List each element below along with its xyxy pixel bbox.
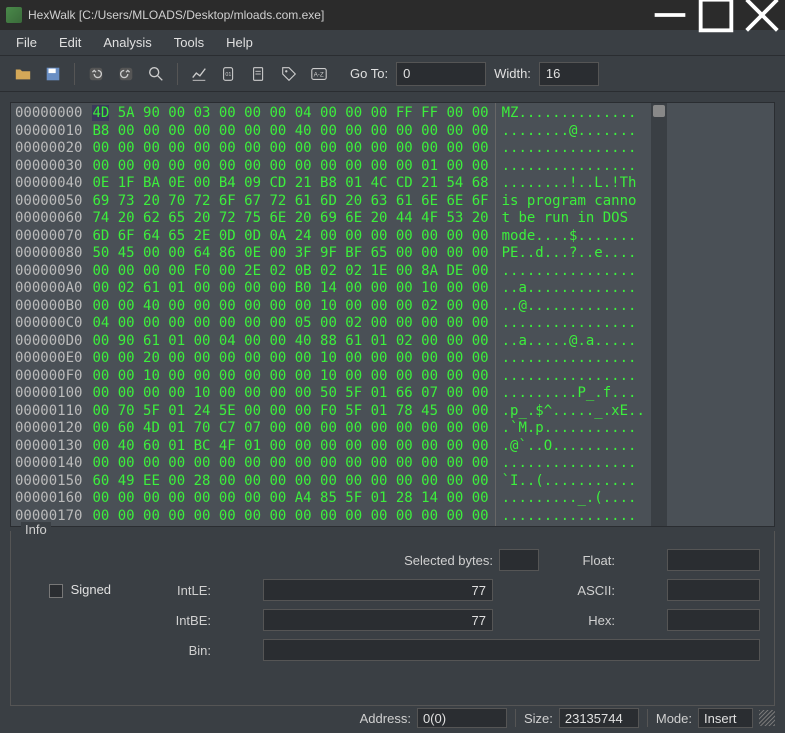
resize-grip[interactable] [759, 710, 775, 726]
window-title: HexWalk [C:/Users/MLOADS/Desktop/mloads.… [28, 8, 647, 22]
mode-value[interactable] [698, 708, 753, 728]
document-icon[interactable] [246, 61, 272, 87]
signed-checkbox[interactable] [49, 584, 63, 598]
menu-edit[interactable]: Edit [49, 32, 91, 53]
address-label: Address: [360, 711, 411, 726]
info-group-label: Info [21, 522, 51, 537]
selectedbytes-value[interactable] [499, 549, 539, 571]
bin-value[interactable] [263, 639, 760, 661]
intle-value[interactable] [263, 579, 493, 601]
size-value[interactable] [559, 708, 639, 728]
scrollbar-thumb[interactable] [653, 105, 665, 117]
hex-viewer: 0000000000000010000000200000003000000040… [0, 92, 785, 531]
mode-label: Mode: [656, 711, 692, 726]
scrollbar[interactable] [651, 103, 667, 526]
size-label: Size: [524, 711, 553, 726]
titlebar: HexWalk [C:/Users/MLOADS/Desktop/mloads.… [0, 0, 785, 30]
signed-checkbox-wrap[interactable]: Signed [25, 582, 135, 598]
undo-icon[interactable] [83, 61, 109, 87]
hex-panel[interactable]: 0000000000000010000000200000003000000040… [10, 102, 775, 527]
search-icon[interactable] [143, 61, 169, 87]
redo-icon[interactable] [113, 61, 139, 87]
width-label: Width: [494, 66, 531, 81]
menu-file[interactable]: File [6, 32, 47, 53]
ascii-label: ASCII: [545, 583, 615, 598]
address-value[interactable] [417, 708, 507, 728]
goto-label: Go To: [350, 66, 388, 81]
chart-icon[interactable] [186, 61, 212, 87]
intbe-value[interactable] [263, 609, 493, 631]
intbe-label: IntBE: [141, 613, 211, 628]
svg-text:01: 01 [225, 71, 231, 77]
bin-label: Bin: [141, 643, 211, 658]
close-button[interactable] [739, 0, 785, 30]
goto-input[interactable] [396, 62, 486, 86]
window-buttons [647, 0, 785, 30]
hex-value[interactable] [667, 609, 760, 631]
float-label: Float: [545, 553, 615, 568]
ascii-column[interactable]: MZ......................@...............… [495, 103, 651, 526]
binary-icon[interactable]: 01 [216, 61, 242, 87]
intle-label: IntLE: [141, 583, 211, 598]
statusbar: Address: Size: Mode: [0, 706, 785, 730]
signed-label: Signed [71, 582, 111, 597]
svg-text:A-Z: A-Z [314, 71, 324, 78]
ascii-value[interactable] [667, 579, 760, 601]
minimize-button[interactable] [647, 0, 693, 30]
app-icon [6, 7, 22, 23]
hex-label: Hex: [545, 613, 615, 628]
toolbar-separator [177, 63, 178, 85]
save-icon[interactable] [40, 61, 66, 87]
width-input[interactable] [539, 62, 599, 86]
menu-analysis[interactable]: Analysis [93, 32, 161, 53]
float-value[interactable] [667, 549, 760, 571]
offset-column: 0000000000000010000000200000003000000040… [11, 103, 86, 526]
info-panel: Info Selected bytes: Float: Signed IntLE… [10, 531, 775, 706]
menu-help[interactable]: Help [216, 32, 263, 53]
hex-bytes-column[interactable]: 4D 5A 90 00 03 00 00 00 04 00 00 00 FF F… [86, 103, 494, 526]
open-folder-icon[interactable] [10, 61, 36, 87]
toolbar-separator [74, 63, 75, 85]
az-icon[interactable]: A-Z [306, 61, 332, 87]
toolbar: 01 A-Z Go To: Width: [0, 56, 785, 92]
tag-icon[interactable] [276, 61, 302, 87]
selectedbytes-label: Selected bytes: [263, 553, 493, 568]
menu-tools[interactable]: Tools [164, 32, 214, 53]
maximize-button[interactable] [693, 0, 739, 30]
